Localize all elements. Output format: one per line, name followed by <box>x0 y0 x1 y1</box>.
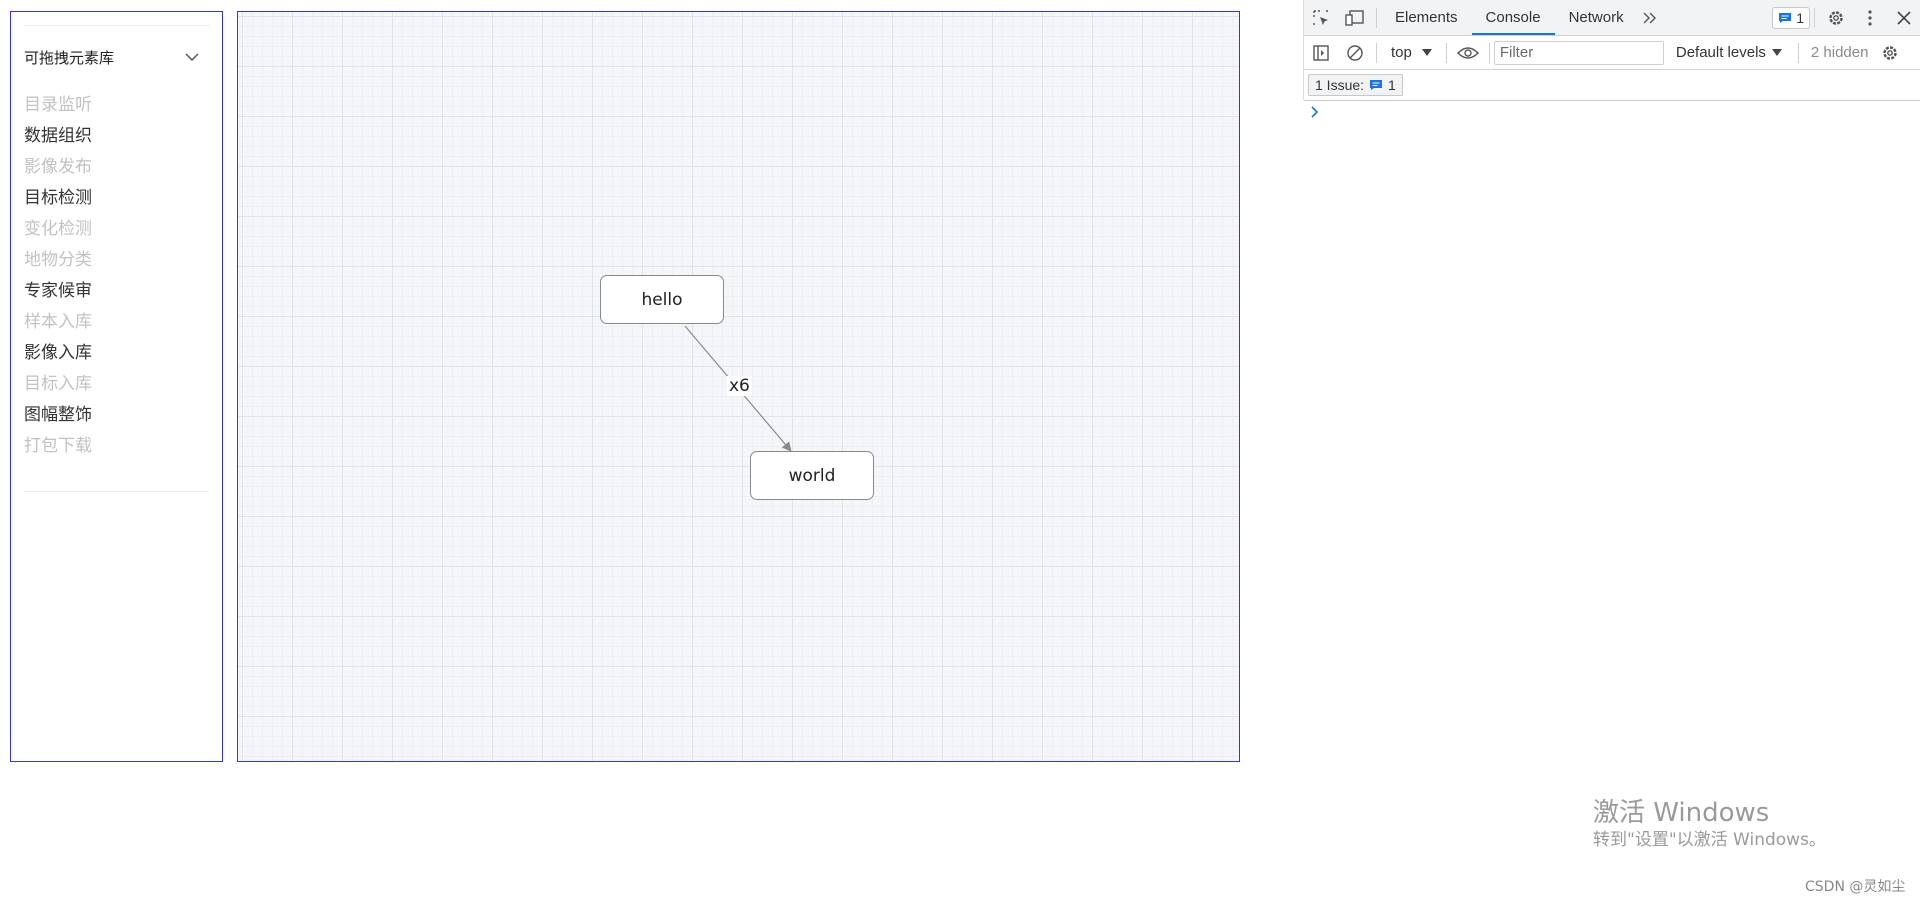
divider <box>24 491 209 492</box>
prompt-chevron-icon <box>1311 106 1319 118</box>
issues-bar: 1 Issue: 1 <box>1304 70 1920 101</box>
tab-network[interactable]: Network <box>1555 0 1638 35</box>
caret-down-icon <box>1771 49 1782 56</box>
divider <box>24 25 209 26</box>
stencil-item[interactable]: 变化检测 <box>24 214 92 245</box>
edge-label[interactable]: x6 <box>727 376 752 396</box>
more-options-icon[interactable] <box>1853 3 1887 33</box>
watermark-subtitle: 转到"设置"以激活 Windows。 <box>1593 830 1826 850</box>
stencil-item[interactable]: 专家候审 <box>24 276 92 307</box>
stencil-item[interactable]: 地物分类 <box>24 245 92 276</box>
caret-down-icon <box>1421 49 1432 56</box>
divider <box>1445 42 1447 63</box>
issues-label: 1 Issue: <box>1315 77 1365 93</box>
close-icon[interactable] <box>1887 3 1920 33</box>
stencil-item[interactable]: 目标入库 <box>24 369 92 400</box>
stencil-list: 目录监听 数据组织 影像发布 目标检测 变化检测 地物分类 专家候审 样本入库 … <box>24 90 92 462</box>
clear-console-icon[interactable] <box>1338 38 1372 68</box>
devtools-panel: Elements Console Network 1 top Filter De… <box>1303 0 1920 101</box>
issues-chip[interactable]: 1 Issue: 1 <box>1308 74 1403 96</box>
console-settings-gear-icon[interactable] <box>1876 38 1904 68</box>
node-label: world <box>788 465 836 486</box>
console-toolbar: top Default levels 2 hidden <box>1304 36 1920 70</box>
stencil-item[interactable]: 数据组织 <box>24 121 92 152</box>
divider <box>1488 42 1490 63</box>
device-toolbar-icon[interactable] <box>1338 3 1372 33</box>
hidden-messages-count: 2 hidden <box>1810 44 1869 61</box>
more-tabs-chevron-icon[interactable] <box>1638 3 1662 33</box>
console-prompt[interactable] <box>1310 104 1320 123</box>
context-selector[interactable]: top <box>1381 44 1442 61</box>
issues-count: 1 <box>1388 77 1396 93</box>
filter-input[interactable] <box>1493 40 1664 65</box>
stencil-panel: 可拖拽元素库 目录监听 数据组织 影像发布 目标检测 变化检测 地物分类 专家候… <box>10 11 223 762</box>
divider <box>1814 7 1815 28</box>
live-expression-eye-icon[interactable] <box>1451 38 1485 68</box>
watermark-title: 激活 Windows <box>1593 798 1770 828</box>
windows-activation-watermark: 激活 Windows 转到"设置"以激活 Windows。 <box>1593 797 1826 851</box>
stencil-item[interactable]: 影像入库 <box>24 338 92 369</box>
log-levels-dropdown[interactable]: Default levels <box>1664 44 1794 61</box>
settings-gear-icon[interactable] <box>1819 3 1853 33</box>
chevron-down-icon <box>185 52 199 61</box>
message-icon <box>1779 12 1792 23</box>
stencil-item[interactable]: 目录监听 <box>24 90 92 121</box>
stencil-item[interactable]: 目标检测 <box>24 183 92 214</box>
tab-console[interactable]: Console <box>1471 0 1555 35</box>
context-value: top <box>1391 44 1412 61</box>
node-hello[interactable]: hello <box>600 275 724 324</box>
graph-canvas[interactable]: x6 hello world <box>237 11 1240 762</box>
issues-badge-count: 1 <box>1796 9 1804 26</box>
tab-elements[interactable]: Elements <box>1381 0 1472 35</box>
issues-badge[interactable]: 1 <box>1772 6 1810 29</box>
stencil-item[interactable]: 影像发布 <box>24 152 92 183</box>
divider <box>1376 7 1377 28</box>
node-label: hello <box>641 289 683 310</box>
inspect-element-icon[interactable] <box>1304 3 1338 33</box>
node-world[interactable]: world <box>750 451 874 500</box>
stencil-item[interactable]: 图幅整饰 <box>24 400 92 431</box>
devtools-tabbar: Elements Console Network 1 <box>1304 0 1920 36</box>
log-levels-label: Default levels <box>1675 44 1766 61</box>
stencil-item[interactable]: 样本入库 <box>24 307 92 338</box>
stencil-collapse-title: 可拖拽元素库 <box>24 48 115 67</box>
message-icon <box>1370 80 1383 90</box>
stencil-collapse-header[interactable]: 可拖拽元素库 <box>24 42 209 72</box>
divider <box>1376 42 1377 63</box>
csdn-credit: CSDN @灵如尘 <box>1805 879 1906 895</box>
divider <box>1797 42 1799 63</box>
stencil-item[interactable]: 打包下载 <box>24 431 92 462</box>
sidebar-toggle-icon[interactable] <box>1304 38 1338 68</box>
